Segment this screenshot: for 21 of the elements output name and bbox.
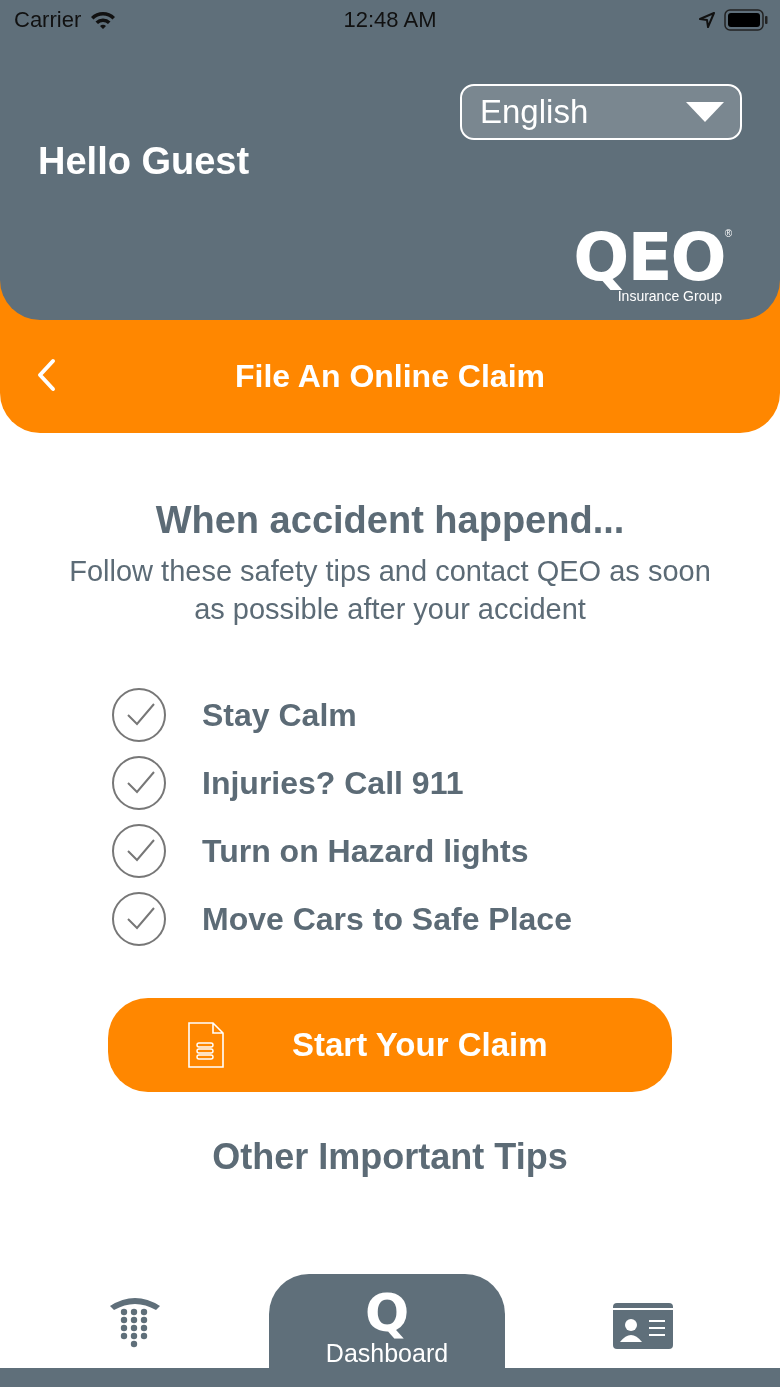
tip-text: Injuries? Call 911 (202, 764, 464, 802)
section-heading: When accident happend... (155, 499, 625, 542)
logo: QEO® Insurance Group (573, 228, 732, 304)
carrier-label: Carrier (14, 7, 82, 33)
status-time: 12:48 AM (343, 7, 437, 33)
tip-text: Turn on Hazard lights (202, 832, 529, 870)
document-icon (188, 1022, 224, 1068)
battery-icon (724, 9, 768, 31)
wifi-icon (89, 10, 118, 30)
page-title: File An Online Claim (235, 358, 545, 395)
tip-text: Move Cars to Safe Place (202, 900, 572, 938)
tips-link[interactable]: Other Important Tips (212, 1136, 568, 1178)
tab-item[interactable]: Q Dashboard (269, 1274, 505, 1368)
id-card-icon (612, 1302, 674, 1350)
location-icon (698, 11, 716, 29)
greeting-text: Hello Guest (38, 140, 250, 184)
language-dropdown[interactable]: English (460, 84, 742, 140)
chevron-left-icon (36, 358, 56, 392)
caret-icon (686, 102, 724, 122)
intro-text: Follow these safety tips and contact QEO as soon as possible after your accident (68, 554, 712, 627)
tip-text: Stay Calm (202, 696, 357, 734)
